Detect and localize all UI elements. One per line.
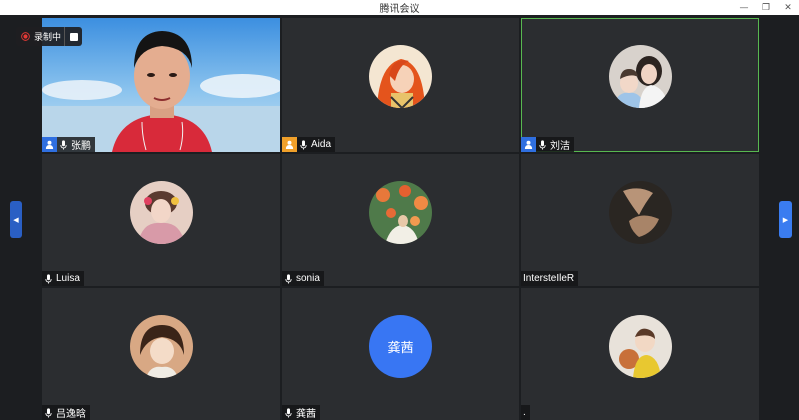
recording-indicator: 录制中 bbox=[16, 27, 82, 46]
meeting-stage: ◀ ▶ 张鹏 Aida 刘洁 Luisa sonia IntersteIleR … bbox=[0, 15, 799, 420]
participant-nameplate: 张鹏 bbox=[42, 137, 95, 152]
stop-recording-button[interactable] bbox=[64, 27, 82, 46]
microphone-icon bbox=[297, 137, 309, 152]
participant-name: 张鹏 bbox=[71, 141, 91, 152]
participant-name: 吕逸晗 bbox=[56, 409, 86, 420]
microphone-icon bbox=[42, 271, 54, 286]
window-controls: — ❐ ✕ bbox=[733, 0, 799, 15]
user-badge-icon bbox=[42, 137, 57, 152]
participant-name: IntersteIleR bbox=[523, 273, 575, 284]
chevron-left-icon: ◀ bbox=[13, 216, 19, 224]
title-bar: 腾讯会议 — ❐ ✕ bbox=[0, 0, 799, 15]
microphone-icon bbox=[282, 271, 294, 286]
participant-tile[interactable]: Luisa bbox=[42, 154, 280, 286]
microphone-icon bbox=[536, 137, 548, 152]
participant-nameplate: Aida bbox=[282, 137, 336, 152]
text-avatar: 龚茜 bbox=[369, 315, 432, 378]
microphone-icon bbox=[57, 137, 69, 152]
participant-name: . bbox=[523, 407, 526, 418]
participant-tile[interactable]: sonia bbox=[282, 154, 519, 286]
restore-button[interactable]: ❐ bbox=[755, 0, 777, 15]
stop-icon bbox=[69, 32, 78, 41]
participant-nameplate: 吕逸晗 bbox=[42, 405, 90, 420]
chevron-right-icon: ▶ bbox=[782, 216, 789, 224]
participant-nameplate: . bbox=[521, 405, 530, 420]
participant-nameplate: sonia bbox=[282, 271, 324, 286]
record-dot-icon bbox=[16, 32, 34, 41]
participant-nameplate: IntersteIleR bbox=[521, 271, 579, 286]
participant-name: 刘洁 bbox=[550, 141, 570, 152]
microphone-icon bbox=[282, 405, 294, 420]
participant-tile[interactable]: 吕逸晗 bbox=[42, 288, 280, 420]
participant-nameplate: 刘洁 bbox=[521, 137, 574, 152]
avatar bbox=[609, 181, 672, 244]
avatar bbox=[130, 315, 193, 378]
recording-label: 录制中 bbox=[34, 32, 62, 42]
participant-nameplate: Luisa bbox=[42, 271, 84, 286]
participant-name: sonia bbox=[296, 273, 320, 284]
microphone-icon bbox=[42, 405, 54, 420]
participant-name: Luisa bbox=[56, 273, 80, 284]
host-badge-icon bbox=[282, 137, 297, 152]
avatar bbox=[130, 181, 193, 244]
participant-name: Aida bbox=[311, 139, 332, 150]
video-grid: 张鹏 Aida 刘洁 Luisa sonia IntersteIleR 吕逸晗 … bbox=[42, 18, 759, 420]
avatar bbox=[609, 45, 672, 108]
participant-nameplate: 龚茜 bbox=[282, 405, 320, 420]
prev-page-button[interactable]: ◀ bbox=[10, 201, 22, 238]
participant-tile-active-speaker[interactable]: 刘洁 bbox=[521, 18, 759, 152]
participant-tile[interactable]: . bbox=[521, 288, 759, 420]
avatar bbox=[369, 181, 432, 244]
participant-tile[interactable]: IntersteIleR bbox=[521, 154, 759, 286]
user-badge-icon bbox=[521, 137, 536, 152]
window-title: 腾讯会议 bbox=[379, 4, 420, 15]
participant-tile[interactable]: 龚茜 龚茜 bbox=[282, 288, 519, 420]
avatar bbox=[609, 315, 672, 378]
next-page-button[interactable]: ▶ bbox=[779, 201, 792, 238]
participant-tile[interactable]: Aida bbox=[282, 18, 519, 152]
avatar bbox=[369, 45, 432, 108]
close-button[interactable]: ✕ bbox=[777, 0, 799, 15]
minimize-button[interactable]: — bbox=[733, 0, 755, 15]
participant-name: 龚茜 bbox=[296, 409, 316, 420]
